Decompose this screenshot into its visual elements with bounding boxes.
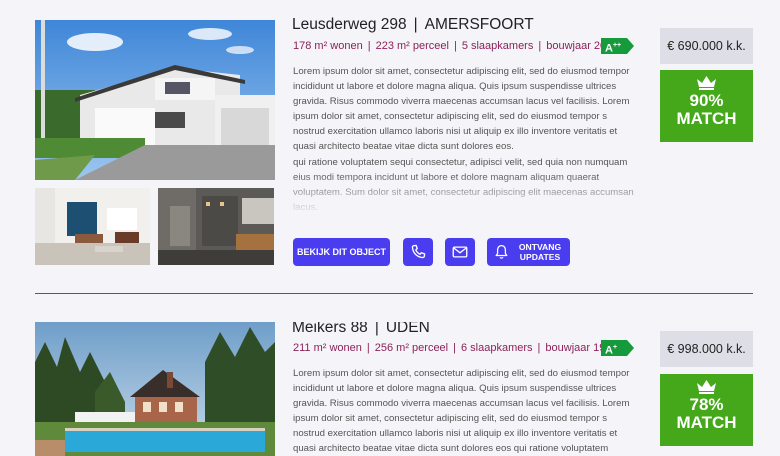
spec-living-area: 211 m² wonen (293, 342, 362, 354)
description-paragraph: Lorem ipsum dolor sit amet, consectetur … (293, 66, 630, 153)
title-separator: | (413, 16, 418, 33)
spec-living-area: 178 m² wonen (293, 40, 363, 52)
spec-bedrooms: 6 slaapkamers (460, 342, 533, 354)
price-tag: € 998.000 k.k. (660, 331, 753, 367)
description-paragraph: Lorem ipsum dolor sit amet, consectetur … (293, 368, 630, 455)
updates-label-line2: UPDATES (519, 252, 561, 262)
receive-updates-button[interactable]: ONTVANG UPDATES (487, 238, 570, 266)
street-name: Leusderweg 298 (292, 16, 407, 33)
title-separator: | (374, 322, 379, 336)
match-percentage: 78% (689, 395, 724, 414)
crown-icon (697, 76, 716, 90)
phone-icon (411, 244, 426, 259)
description-fade (293, 172, 635, 216)
view-object-button[interactable]: BEKIJK DIT OBJECT (293, 238, 390, 266)
listing-divider (35, 293, 753, 294)
listing-description: Lorem ipsum dolor sit amet, consectetur … (293, 366, 635, 456)
match-badge: 78% MATCH (660, 374, 753, 446)
spec-bedrooms: 5 slaapkamers (461, 40, 534, 52)
street-name: Meikers 88 (292, 322, 368, 336)
thumbnail-photo[interactable] (158, 188, 274, 265)
energy-label-badge: A+ (601, 340, 635, 357)
match-percentage: 90% (689, 91, 724, 110)
price-tag: € 690.000 k.k. (660, 28, 753, 64)
listing-card: Leusderweg 298 | AMERSFOORT 178 m² wonen | 2… (0, 0, 780, 292)
match-label: MATCH (676, 109, 737, 128)
crown-icon (697, 380, 716, 394)
city-name: AMERSFOORT (424, 16, 534, 33)
spec-plot-area: 223 m² perceel (375, 40, 449, 52)
city-name: UDEN (385, 322, 430, 336)
call-button[interactable] (403, 238, 433, 266)
bell-icon (495, 244, 508, 259)
listing-specs: 178 m² wonen | 223 m² perceel | 5 slaapkamer… (293, 40, 619, 52)
updates-label-line1: ONTVANG (518, 242, 562, 252)
match-label: MATCH (676, 413, 737, 432)
match-badge: 90% MATCH (660, 70, 753, 142)
email-button[interactable] (445, 238, 475, 266)
listing-specs: 211 m² wonen | 256 m² perceel | 6 slaapkamer… (293, 342, 618, 354)
listing-title[interactable]: Meikers 88 | UDEN (292, 322, 430, 337)
energy-label-badge: A++ (601, 38, 635, 55)
spec-plot-area: 256 m² perceel (374, 342, 449, 354)
listing-card: Meikers 88 | UDEN 211 m² wonen | 256 m² perc… (0, 322, 780, 456)
main-photo[interactable] (35, 20, 275, 180)
mail-icon (452, 246, 468, 258)
listing-title[interactable]: Leusderweg 298 | AMERSFOORT (292, 16, 534, 34)
thumbnail-photo[interactable] (35, 188, 150, 265)
main-photo[interactable] (35, 322, 275, 456)
